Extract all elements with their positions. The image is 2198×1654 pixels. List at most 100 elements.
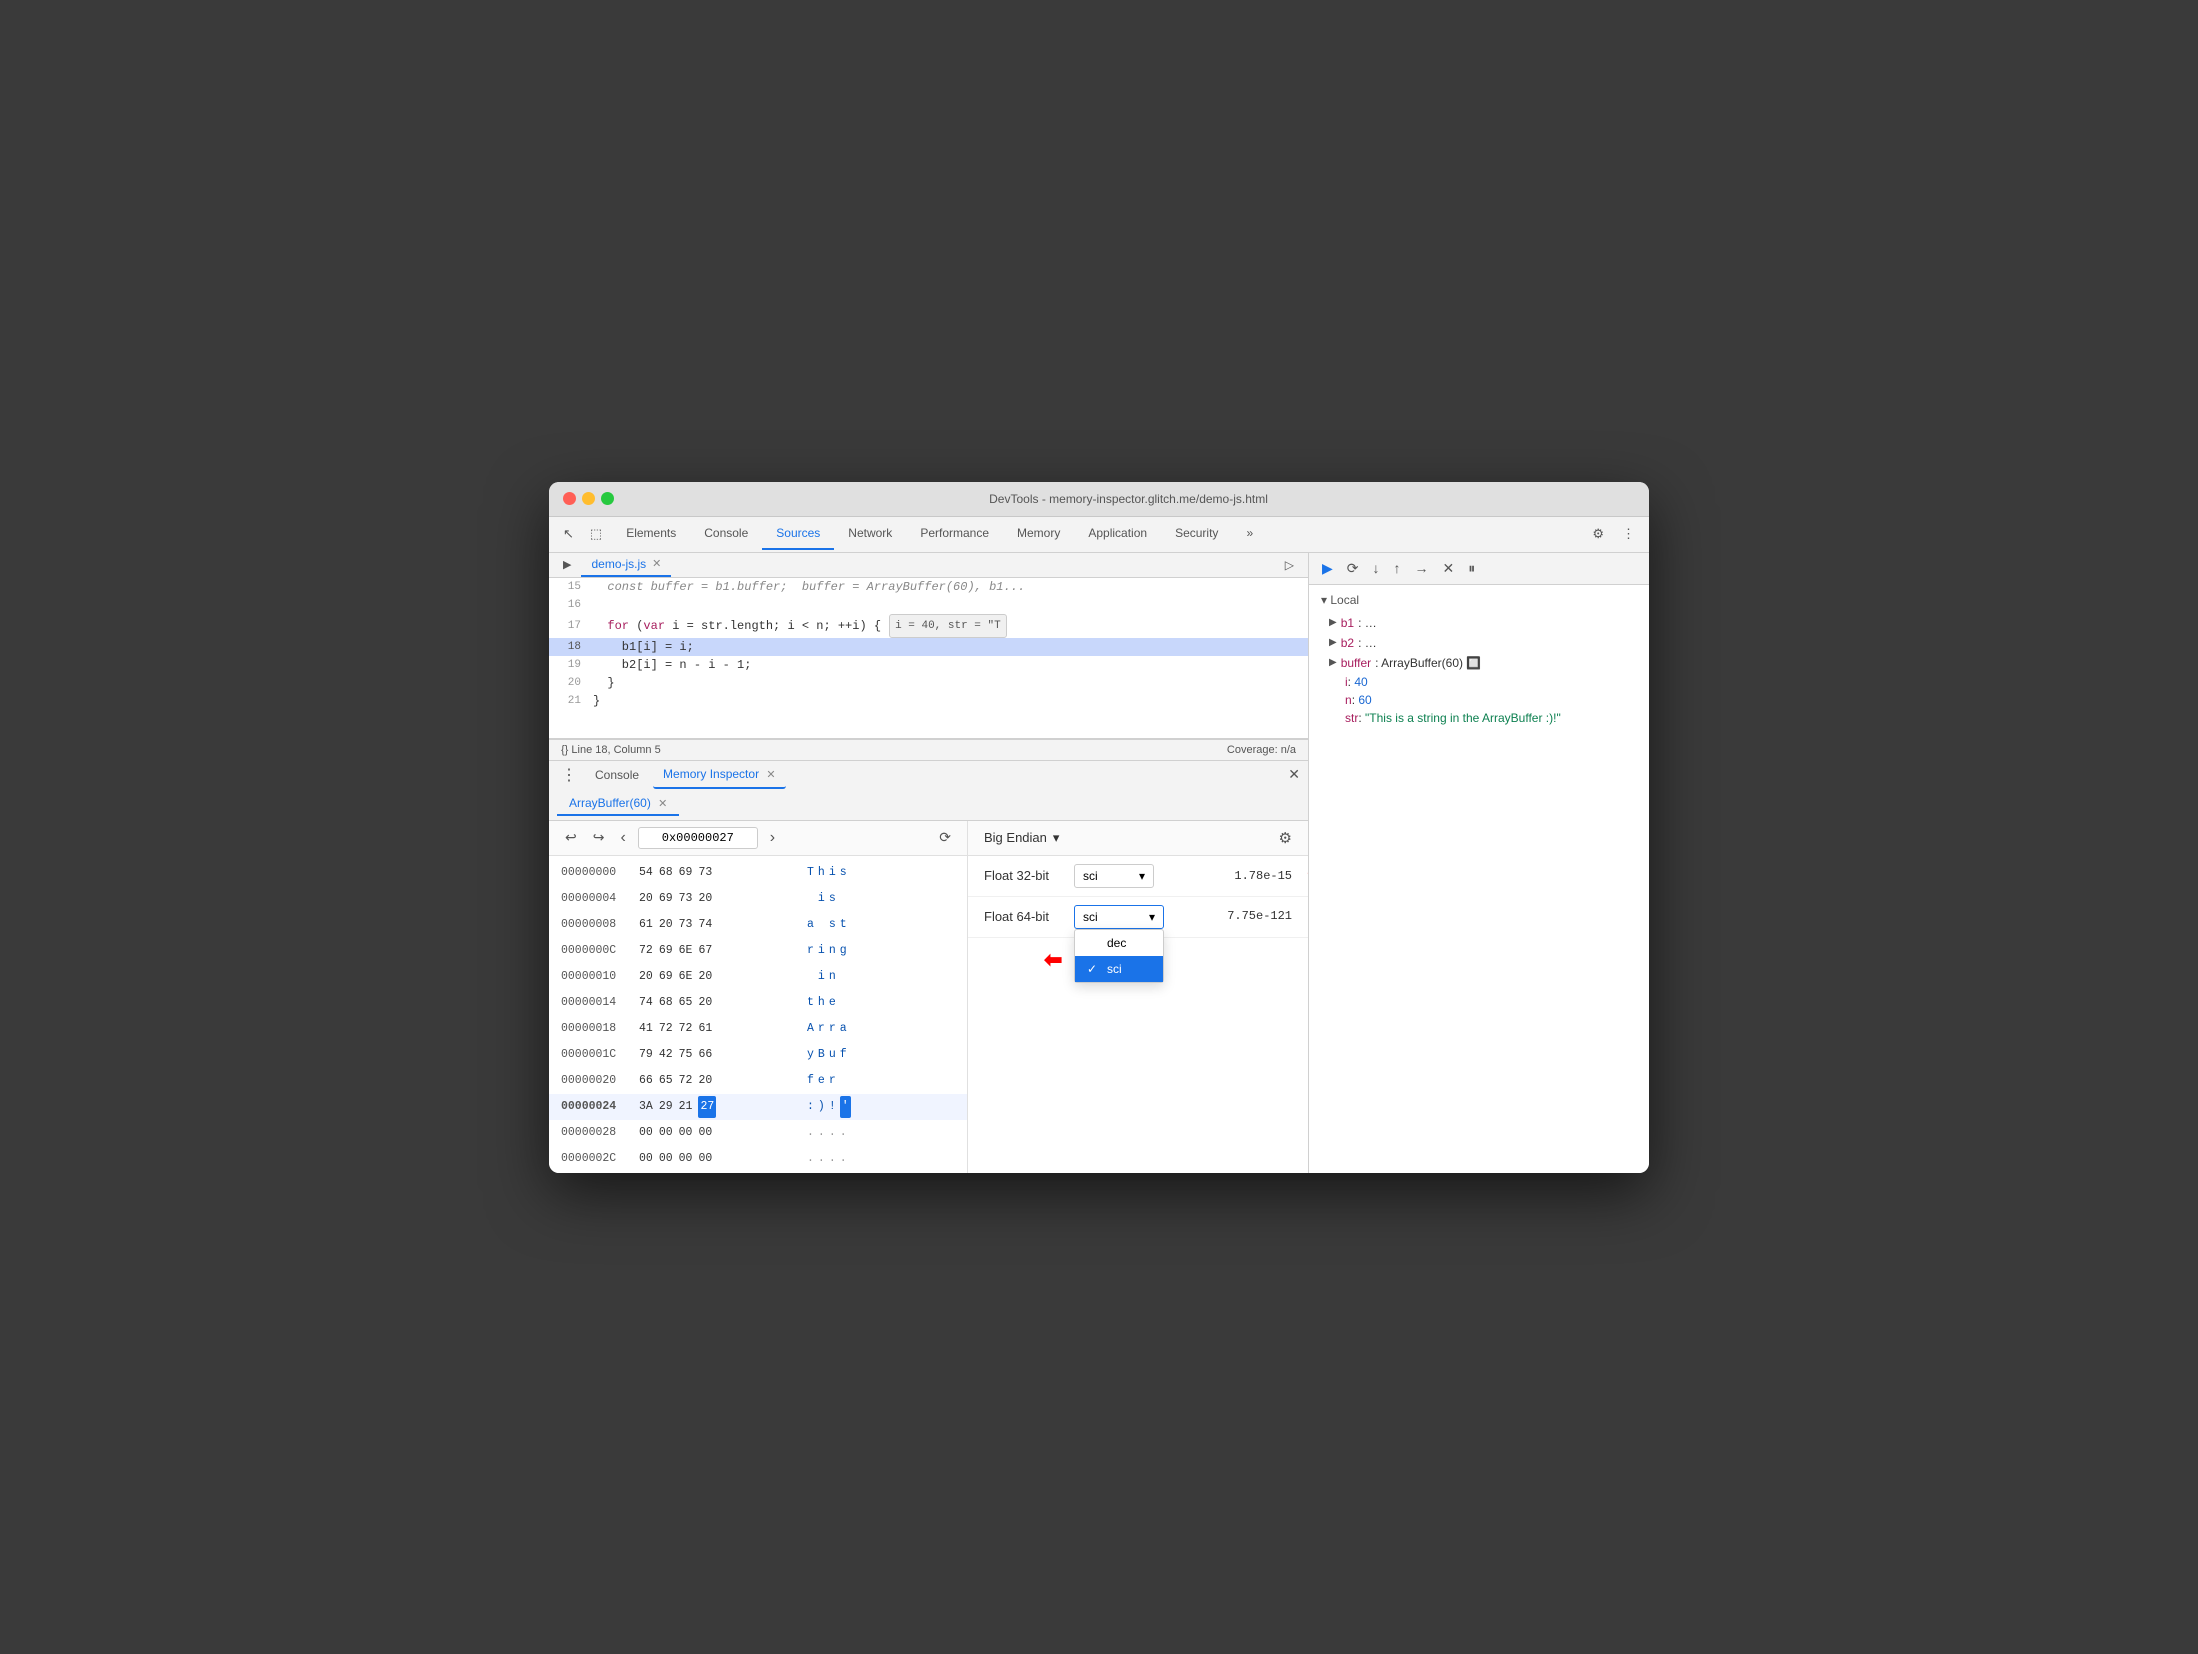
bottom-panel-tabs: ⋮ Console Memory Inspector ✕ ✕	[549, 760, 1308, 789]
format-icon[interactable]: ▷	[1279, 554, 1300, 576]
close-button[interactable]	[563, 492, 576, 505]
debug-tooltip: i = 40, str = "T	[889, 614, 1007, 638]
float64-label: Float 64-bit	[984, 905, 1074, 924]
float32-format-label: sci	[1083, 869, 1098, 883]
tab-performance[interactable]: Performance	[906, 518, 1003, 550]
pause-exceptions-button[interactable]: ⏸	[1463, 557, 1480, 580]
scope-buffer[interactable]: ▶ buffer: ArrayBuffer(60) 🔲	[1321, 653, 1637, 673]
buffer-triangle: ▶	[1329, 657, 1337, 668]
hex-row-2: 00000008 61 20 73 74 a	[549, 912, 967, 938]
scope-i: i: 40	[1321, 673, 1637, 691]
file-tab[interactable]: demo-js.js ✕	[581, 553, 671, 577]
b2-key: b2	[1341, 636, 1354, 650]
pause-button[interactable]: ⟳	[1342, 557, 1364, 580]
more-options-icon[interactable]: ⋮	[1616, 522, 1641, 546]
panel-menu-icon[interactable]: ⋮	[557, 761, 581, 789]
tab-console-bottom[interactable]: Console	[583, 762, 651, 788]
step-into-button[interactable]: ↑	[1389, 557, 1406, 579]
data-panel-toolbar: Big Endian ▾ ⚙	[968, 821, 1308, 856]
source-line-20: 20 }	[549, 674, 1308, 692]
debug-panel: ▶ ⟳ ↓ ↑ → ✕ ⏸ ▾ Local ▶ b1: … ▶	[1309, 553, 1649, 1173]
source-code-area[interactable]: 15 const buffer = b1.buffer; buffer = Ar…	[549, 578, 1308, 738]
inspect-icon[interactable]: ⬚	[584, 522, 608, 546]
dec-label: dec	[1107, 936, 1126, 950]
settings-icon[interactable]: ⚙	[1586, 522, 1610, 546]
maximize-button[interactable]	[601, 492, 614, 505]
hex-row-1: 00000004 20 69 73 20 i	[549, 886, 967, 912]
scope-b1[interactable]: ▶ b1: …	[1321, 613, 1637, 633]
refresh-button[interactable]: ⟳	[935, 827, 955, 848]
tab-elements[interactable]: Elements	[612, 518, 690, 550]
source-line-19: 19 b2[i] = n - i - 1;	[549, 656, 1308, 674]
hex-rows: 00000000 54 68 69 73 T h	[549, 856, 967, 1173]
devtools-toolbar: ↖ ⬚ Elements Console Sources Network Per…	[549, 517, 1649, 553]
hex-row-0: 00000000 54 68 69 73 T h	[549, 860, 967, 886]
toolbar-icons: ⚙ ⋮	[1586, 522, 1641, 546]
scope-str: str: "This is a string in the ArrayBuffe…	[1321, 709, 1637, 727]
source-footer: {} Line 18, Column 5 Coverage: n/a	[549, 739, 1308, 760]
float32-format-arrow: ▾	[1139, 869, 1145, 883]
left-panel: ▶ demo-js.js ✕ ▷ 15 const buffer = b1.bu…	[549, 553, 1309, 1173]
data-panel-settings[interactable]: ⚙	[1279, 829, 1292, 847]
resume-button[interactable]: ▶	[1317, 557, 1338, 580]
tab-overflow[interactable]: »	[1232, 518, 1267, 550]
tab-console[interactable]: Console	[690, 518, 762, 550]
cursor-icon[interactable]: ↖	[557, 522, 580, 546]
source-line-15: 15 const buffer = b1.buffer; buffer = Ar…	[549, 578, 1308, 596]
step-over-button[interactable]: ↓	[1368, 557, 1385, 579]
address-input[interactable]	[638, 827, 758, 849]
dropdown-option-dec[interactable]: dec	[1075, 930, 1163, 956]
nav-next-button[interactable]: ›	[766, 827, 779, 849]
nav-prev-button[interactable]: ‹	[616, 827, 629, 849]
file-tab-label: demo-js.js	[591, 557, 646, 571]
tab-memory[interactable]: Memory	[1003, 518, 1074, 550]
sci-label: sci	[1107, 962, 1122, 976]
hex-row-9: 00000024 3A 29 21 27 : )	[549, 1094, 967, 1120]
float32-value: 1.78e-15	[1234, 869, 1292, 883]
buffer-key: buffer	[1341, 656, 1371, 670]
scope-b2[interactable]: ▶ b2: …	[1321, 633, 1637, 653]
run-icon[interactable]: ▶	[557, 554, 577, 575]
tab-memory-inspector[interactable]: Memory Inspector ✕	[653, 761, 786, 789]
step-out-button[interactable]: →	[1410, 557, 1434, 579]
close-bottom-panel[interactable]: ✕	[1288, 766, 1300, 783]
nav-back-button[interactable]: ↩	[561, 827, 581, 848]
source-line-17: 17 for (var i = str.length; i < n; ++i) …	[549, 614, 1308, 638]
float64-format-select[interactable]: sci ▾	[1074, 905, 1164, 929]
traffic-lights	[563, 492, 614, 505]
hex-row-3: 0000000C 72 69 6E 67 r i	[549, 938, 967, 964]
memory-inspector-close[interactable]: ✕	[766, 769, 775, 781]
tab-bar: Elements Console Sources Network Perform…	[612, 517, 1267, 552]
source-toolbar-right: ▷	[1279, 554, 1300, 576]
hex-toolbar: ↩ ↪ ‹ › ⟳	[549, 821, 967, 856]
tab-application[interactable]: Application	[1074, 518, 1161, 550]
float64-format-container: sci ▾ dec ✓	[1074, 905, 1164, 929]
arraybuffer-tab-close[interactable]: ✕	[658, 798, 667, 810]
devtools-window: DevTools - memory-inspector.glitch.me/de…	[549, 482, 1649, 1173]
endian-select[interactable]: Big Endian ▾	[984, 830, 1059, 846]
source-position: {} Line 18, Column 5	[561, 744, 661, 756]
float32-format-select[interactable]: sci ▾	[1074, 864, 1154, 888]
memory-inspector: ArrayBuffer(60) ✕ ↩ ↪ ‹ › ⟳	[549, 789, 1308, 1173]
source-line-16: 16	[549, 596, 1308, 614]
nav-forward-button[interactable]: ↪	[589, 827, 609, 848]
memory-tab-bar: ArrayBuffer(60) ✕	[549, 789, 1308, 821]
memory-content: ↩ ↪ ‹ › ⟳ 00000000 54	[549, 821, 1308, 1173]
window-title: DevTools - memory-inspector.glitch.me/de…	[622, 492, 1635, 506]
dropdown-option-sci[interactable]: ✓ sci	[1075, 956, 1163, 982]
arraybuffer-tab[interactable]: ArrayBuffer(60) ✕	[557, 792, 679, 816]
tab-security[interactable]: Security	[1161, 518, 1232, 550]
hex-row-11: 0000002C 00 00 00 00 . .	[549, 1146, 967, 1172]
float64-value: 7.75e-121	[1227, 905, 1292, 923]
endian-dropdown-icon: ▾	[1053, 830, 1060, 846]
tab-network[interactable]: Network	[834, 518, 906, 550]
hex-row-4: 00000010 20 69 6E 20 i	[549, 964, 967, 990]
minimize-button[interactable]	[582, 492, 595, 505]
tab-sources[interactable]: Sources	[762, 518, 834, 550]
scope-header: ▾ Local	[1321, 593, 1637, 607]
hex-row-7: 0000001C 79 42 75 66 y B	[549, 1042, 967, 1068]
deactivate-button[interactable]: ✕	[1438, 557, 1460, 580]
b1-triangle: ▶	[1329, 617, 1337, 628]
format-dropdown-menu: dec ✓ sci	[1074, 929, 1164, 983]
file-tab-close[interactable]: ✕	[652, 557, 661, 570]
